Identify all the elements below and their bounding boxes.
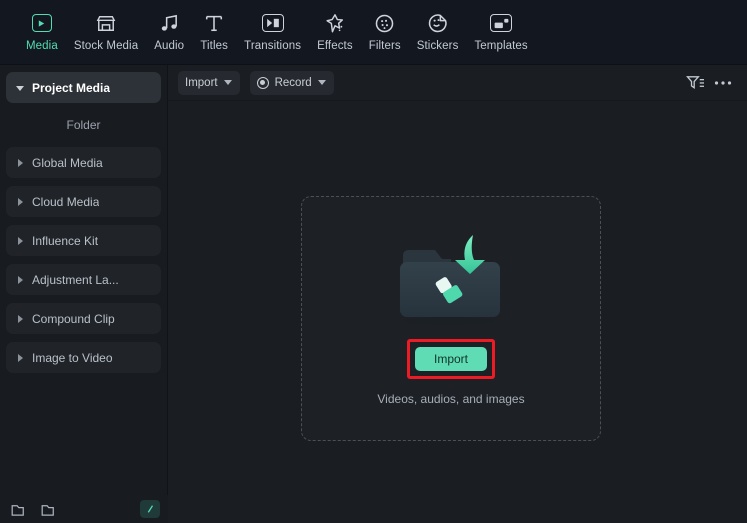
record-dropdown-label: Record bbox=[274, 76, 312, 89]
app-window: Media Stock Media Audio Titles Transitio… bbox=[0, 0, 747, 523]
sidebar-item-compound-clip[interactable]: Compound Clip bbox=[6, 303, 161, 334]
toolbar-item-titles[interactable]: Titles bbox=[192, 10, 236, 52]
toolbar-item-stock-media[interactable]: Stock Media bbox=[66, 10, 146, 52]
sidebar-folder-header: Folder bbox=[0, 111, 167, 139]
sidebar-item-label: Compound Clip bbox=[32, 311, 115, 326]
toolbar-item-media[interactable]: Media bbox=[18, 10, 66, 52]
chevron-right-icon[interactable] bbox=[14, 313, 26, 325]
toolbar-item-templates[interactable]: Templates bbox=[466, 10, 535, 52]
sidebar-item-global-media[interactable]: Global Media bbox=[6, 147, 161, 178]
toolbar-item-label: Filters bbox=[368, 40, 401, 52]
sidebar-item-image-to-video[interactable]: Image to Video bbox=[6, 342, 161, 373]
import-button[interactable]: Import bbox=[415, 347, 487, 371]
effects-icon bbox=[322, 10, 348, 36]
chevron-down-icon[interactable] bbox=[14, 82, 26, 94]
toolbar-item-label: Media bbox=[26, 40, 58, 52]
stickers-icon bbox=[425, 10, 451, 36]
more-options-icon[interactable] bbox=[711, 71, 735, 95]
media-icon bbox=[29, 10, 55, 36]
open-folder-icon[interactable] bbox=[38, 499, 60, 519]
filters-icon bbox=[372, 10, 398, 36]
toolbar-item-stickers[interactable]: Stickers bbox=[409, 10, 467, 52]
toolbar-item-label: Transitions bbox=[244, 40, 302, 52]
toolbar-item-label: Templates bbox=[474, 40, 528, 52]
templates-icon bbox=[488, 10, 514, 36]
toolbar-item-label: Titles bbox=[200, 40, 228, 52]
dropzone-hint-text: Videos, audios, and images bbox=[377, 392, 525, 406]
transitions-icon bbox=[260, 10, 286, 36]
content-toolbar: Import Record bbox=[168, 65, 747, 101]
sidebar-footer bbox=[0, 495, 168, 523]
import-dropdown-label: Import bbox=[185, 76, 218, 89]
chevron-right-icon[interactable] bbox=[14, 196, 26, 208]
toolbar-item-label: Stock Media bbox=[73, 40, 139, 52]
sidebar-item-label: Project Media bbox=[32, 80, 111, 95]
toolbar-item-audio[interactable]: Audio bbox=[146, 10, 192, 52]
toolbar-item-label: Effects bbox=[317, 40, 353, 52]
chevron-right-icon[interactable] bbox=[14, 274, 26, 286]
import-button-highlight: Import bbox=[407, 339, 495, 379]
sidebar-item-label: Adjustment La... bbox=[32, 272, 119, 287]
collapse-panel-icon[interactable] bbox=[140, 500, 160, 518]
sidebar-item-cloud-media[interactable]: Cloud Media bbox=[6, 186, 161, 217]
toolbar-item-label: Audio bbox=[154, 40, 185, 52]
sidebar-item-label: Cloud Media bbox=[32, 194, 100, 209]
sidebar-folder-header-label: Folder bbox=[66, 118, 101, 132]
chevron-down-icon bbox=[318, 78, 327, 87]
audio-icon bbox=[156, 10, 182, 36]
record-dropdown-button[interactable]: Record bbox=[249, 70, 334, 95]
sidebar: Project Media Folder Global Media Cloud … bbox=[0, 65, 168, 523]
main-toolbar: Media Stock Media Audio Titles Transitio… bbox=[0, 0, 747, 65]
toolbar-item-effects[interactable]: Effects bbox=[309, 10, 361, 52]
sidebar-item-project-media[interactable]: Project Media bbox=[6, 72, 161, 103]
stock-media-icon bbox=[93, 10, 119, 36]
new-folder-icon[interactable] bbox=[8, 499, 30, 519]
chevron-right-icon[interactable] bbox=[14, 352, 26, 364]
sidebar-item-adjustment-layer[interactable]: Adjustment La... bbox=[6, 264, 161, 295]
import-dropdown-button[interactable]: Import bbox=[178, 70, 240, 95]
chevron-right-icon[interactable] bbox=[14, 235, 26, 247]
titles-icon bbox=[201, 10, 227, 36]
filter-sort-icon[interactable] bbox=[683, 71, 707, 95]
media-content-panel: Import Record Import Videos, audios, and… bbox=[168, 65, 747, 523]
toolbar-item-transitions[interactable]: Transitions bbox=[236, 10, 309, 52]
chevron-down-icon bbox=[224, 78, 233, 87]
folder-with-down-arrow-icon bbox=[391, 231, 511, 335]
chevron-right-icon[interactable] bbox=[14, 157, 26, 169]
record-dot-icon bbox=[256, 76, 269, 89]
import-dropzone[interactable]: Import Videos, audios, and images bbox=[301, 196, 601, 441]
sidebar-item-label: Influence Kit bbox=[32, 233, 99, 248]
toolbar-item-filters[interactable]: Filters bbox=[361, 10, 409, 52]
sidebar-item-label: Global Media bbox=[32, 155, 103, 170]
sidebar-item-label: Image to Video bbox=[32, 350, 113, 365]
toolbar-item-label: Stickers bbox=[416, 40, 459, 52]
sidebar-item-influence-kit[interactable]: Influence Kit bbox=[6, 225, 161, 256]
